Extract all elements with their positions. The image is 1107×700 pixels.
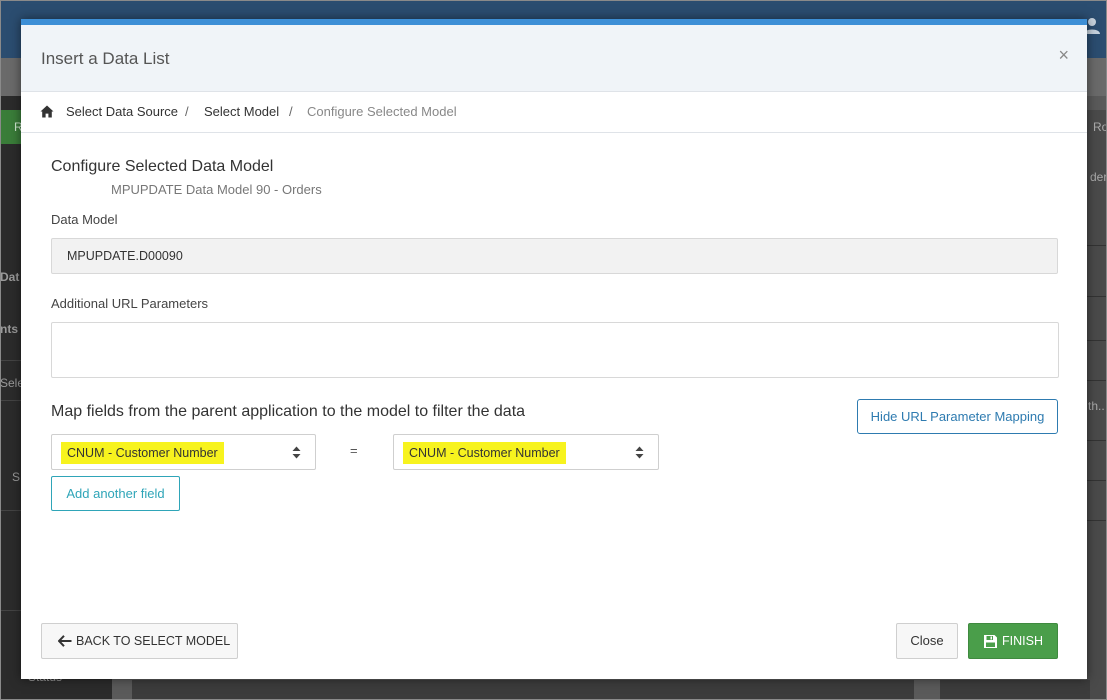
breadcrumb-current: Configure Selected Model (307, 104, 457, 119)
app-right-text: der (1090, 170, 1107, 184)
arrow-left-icon (58, 635, 72, 647)
section-subtitle: MPUPDATE Data Model 90 - Orders (111, 182, 322, 197)
data-model-field: MPUPDATE.D00090 (51, 238, 1058, 274)
app-bottom-panel (132, 680, 914, 700)
finish-button[interactable]: FINISH (968, 623, 1058, 659)
app-right-text: th.. (1088, 399, 1105, 413)
select-arrows-icon (635, 446, 644, 459)
parent-field-select[interactable]: CNUM - Customer Number (51, 434, 316, 470)
app-bottom-panel (940, 680, 1090, 700)
select-arrows-icon (292, 446, 301, 459)
breadcrumb-select-model[interactable]: Select Model (204, 104, 279, 119)
app-right-divider (1086, 380, 1107, 381)
breadcrumb-select-data-source[interactable]: Select Data Source (66, 104, 178, 119)
hide-url-parameter-mapping-button[interactable]: Hide URL Parameter Mapping (857, 399, 1058, 434)
data-model-label: Data Model (51, 212, 118, 227)
url-params-textarea[interactable] (51, 322, 1059, 378)
app-right-divider (1086, 340, 1107, 341)
breadcrumb-separator: / (289, 104, 293, 119)
app-right-text: Ro (1093, 120, 1107, 134)
save-icon (984, 635, 997, 648)
breadcrumb: Select Data Source / Select Model / Conf… (21, 92, 1087, 133)
app-right-divider (1086, 520, 1107, 521)
close-button[interactable]: Close (896, 623, 958, 659)
parent-field-value: CNUM - Customer Number (61, 442, 224, 464)
finish-button-label: FINISH (1002, 634, 1043, 648)
insert-data-list-dialog: Insert a Data List × Select Data Source … (21, 19, 1087, 679)
close-icon[interactable]: × (1058, 45, 1069, 66)
home-icon[interactable] (40, 105, 54, 118)
equals-sign: = (350, 443, 358, 458)
model-field-value: CNUM - Customer Number (403, 442, 566, 464)
breadcrumb-separator: / (185, 104, 189, 119)
section-title: Configure Selected Data Model (51, 158, 274, 175)
mapping-title: Map fields from the parent application t… (51, 403, 526, 420)
back-to-select-model-button[interactable]: BACK TO SELECT MODEL (41, 623, 238, 659)
model-field-select[interactable]: CNUM - Customer Number (393, 434, 659, 470)
url-params-label: Additional URL Parameters (51, 296, 209, 311)
app-right-divider (1086, 245, 1107, 246)
dialog-header: Insert a Data List × (21, 25, 1087, 92)
app-right-divider (1086, 480, 1107, 481)
add-another-field-button[interactable]: Add another field (51, 476, 180, 511)
app-right-divider (1086, 440, 1107, 441)
back-button-label: BACK TO SELECT MODEL (76, 634, 231, 648)
dialog-title: Insert a Data List (41, 49, 170, 68)
app-right-divider (1086, 296, 1107, 297)
